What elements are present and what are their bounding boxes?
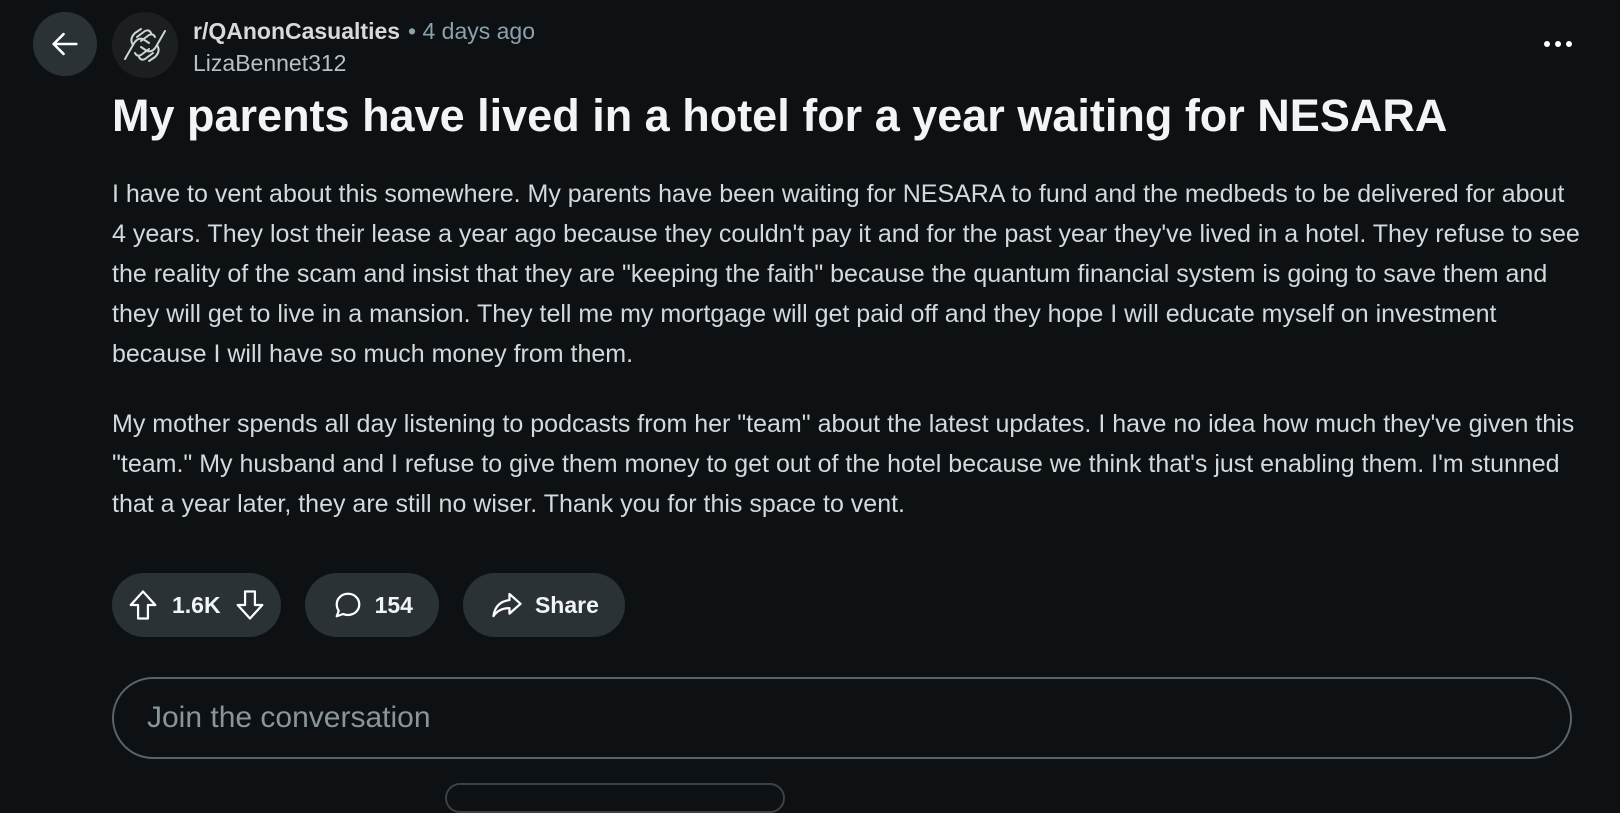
downvote-arrow-icon <box>236 590 264 620</box>
post-meta: r/QAnonCasualties • 4 days ago LizaBenne… <box>193 16 535 78</box>
post-paragraph: I have to vent about this somewhere. My … <box>112 180 1580 368</box>
comment-bubble-icon <box>335 592 360 618</box>
arrow-left-icon <box>52 32 78 56</box>
post-body: I have to vent about this somewhere. My … <box>112 174 1582 554</box>
more-horizontal-icon <box>1544 41 1572 47</box>
comment-placeholder: Join the conversation <box>147 701 431 734</box>
subreddit-avatar[interactable] <box>112 12 178 78</box>
post-paragraph: My mother spends all day listening to po… <box>112 410 1575 518</box>
post-title: My parents have lived in a hotel for a y… <box>112 90 1448 141</box>
meta-row: r/QAnonCasualties • 4 days ago <box>193 16 535 46</box>
post-actions: 1.6K 154 Share <box>112 573 625 637</box>
share-label: Share <box>534 591 599 618</box>
vote-count: 1.6K <box>172 591 221 618</box>
comment-count: 154 <box>374 591 413 618</box>
subreddit-link[interactable]: r/QAnonCasualties <box>193 16 400 46</box>
upvote-button[interactable] <box>128 589 158 621</box>
vote-control: 1.6K <box>112 573 281 637</box>
more-options-button[interactable] <box>1538 30 1578 58</box>
share-arrow-icon <box>492 592 522 618</box>
back-button[interactable] <box>33 12 97 76</box>
hands-logo-icon <box>124 28 166 62</box>
upvote-arrow-icon <box>129 590 157 620</box>
sort-dropdown-partial[interactable] <box>445 783 785 813</box>
comment-input[interactable]: Join the conversation <box>112 677 1572 759</box>
downvote-button[interactable] <box>235 589 265 621</box>
comments-button[interactable]: 154 <box>304 573 439 637</box>
share-button[interactable]: Share <box>462 573 625 637</box>
post-time: • 4 days ago <box>408 18 536 44</box>
author-link[interactable]: LizaBennet312 <box>193 48 535 78</box>
